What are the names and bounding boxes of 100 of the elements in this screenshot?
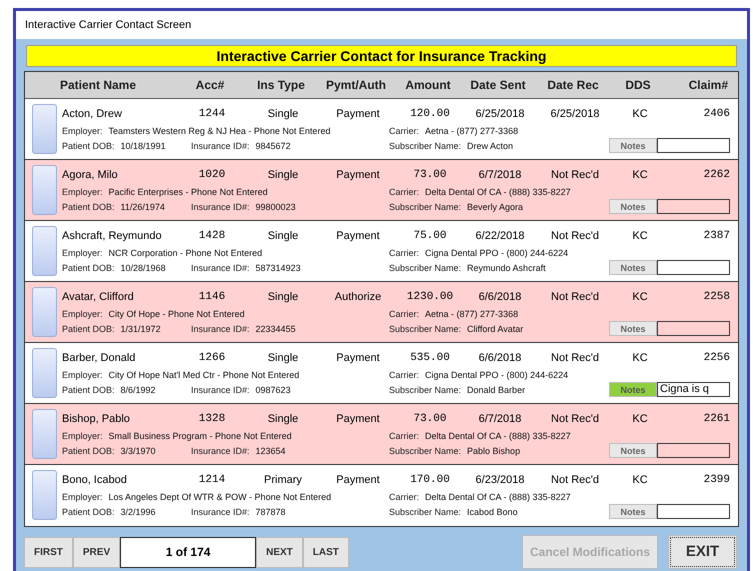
table-cell-text: Agora, Milo	[62, 169, 119, 181]
table-cell-text: Payment	[335, 474, 381, 486]
dob-value: 3/3/1970	[120, 446, 157, 456]
table-cell-text: 120.00	[409, 108, 451, 120]
notes-button[interactable]: Notes	[609, 443, 657, 458]
table-cell-text: KC	[631, 352, 649, 364]
field-label: Employer:	[62, 126, 103, 136]
table-cell-text: Not Rec'd	[550, 352, 600, 364]
table-cell-text: Bishop, Pablo	[62, 413, 131, 425]
notes-button[interactable]: Notes	[609, 504, 657, 519]
field-label: Carrier:	[389, 370, 420, 380]
table-cell-text: Single	[266, 352, 300, 364]
table-cell-text: Bono, Icabod	[62, 474, 128, 486]
column-header: Ins Type	[256, 78, 306, 92]
nav-button[interactable]: NEXT	[256, 536, 303, 568]
row-selector[interactable]	[32, 226, 57, 276]
field-label: Insurance ID#:	[191, 262, 250, 272]
nav-button[interactable]: LAST	[302, 536, 349, 568]
field-label: Carrier:	[389, 308, 420, 318]
table-cell-text: Acton, Drew	[62, 108, 123, 120]
employer-value: City Of Hope - Phone Not Entered	[108, 308, 245, 318]
notes-field[interactable]: Cigna is q	[657, 382, 730, 397]
notes-field[interactable]	[657, 321, 730, 336]
table-cell-text: Single	[266, 291, 300, 303]
nav-button[interactable]: FIRST	[24, 536, 73, 568]
field-label: Employer:	[62, 186, 103, 196]
table-cell-text: 1214	[198, 474, 226, 486]
notes-field[interactable]	[657, 260, 730, 275]
notes-button[interactable]: Notes	[609, 382, 657, 397]
insurance-id-value: 9845672	[256, 140, 291, 150]
employer-value: City Of Hope Nat'l Med Ctr - Phone Not Entered	[108, 370, 300, 380]
table-cell-text: Single	[266, 169, 300, 181]
table-cell-text: 2387	[702, 230, 730, 242]
table-cell-text: 2406	[702, 108, 730, 120]
banner-title: Interactive Carrier Contact for Insurance Tracking	[216, 48, 546, 64]
exit-button[interactable]: EXIT	[668, 535, 737, 569]
notes-field[interactable]	[657, 504, 730, 519]
field-label: Patient DOB:	[62, 506, 115, 516]
field-label: Carrier:	[389, 430, 420, 440]
notes-button[interactable]: Notes	[609, 260, 657, 275]
table-cell-text: Payment	[335, 108, 381, 120]
field-label: Subscriber Name:	[389, 446, 462, 456]
notes-button[interactable]: Notes	[609, 138, 657, 153]
field-label: Patient DOB:	[62, 384, 115, 394]
field-label: Insurance ID#:	[191, 506, 250, 516]
row-selector[interactable]	[32, 165, 57, 215]
insurance-id-value: 123654	[256, 446, 286, 456]
table-cell-text: Not Rec'd	[550, 474, 600, 486]
table-cell-text: Payment	[335, 169, 381, 181]
table-cell-text: Ashcraft, Reymundo	[62, 230, 163, 242]
table-cell-text: Primary	[263, 474, 303, 486]
table-cell-text: Authorize	[334, 291, 382, 303]
field-label: Carrier:	[389, 248, 420, 258]
dob-value: 11/26/1974	[120, 202, 166, 212]
field-label: Patient DOB:	[62, 446, 115, 456]
row-selector[interactable]	[32, 409, 57, 459]
field-label: Employer:	[62, 430, 103, 440]
dob-value: 3/2/1996	[120, 506, 157, 516]
row-selector[interactable]	[32, 348, 57, 398]
field-label: Employer:	[62, 308, 103, 318]
field-label: Subscriber Name:	[389, 140, 462, 150]
notes-button[interactable]: Notes	[609, 199, 657, 214]
subscriber-value: Reymundo Ashcraft	[467, 262, 546, 272]
notes-field[interactable]	[657, 138, 730, 153]
insurance-id-value: 787878	[256, 506, 286, 516]
field-label: Insurance ID#:	[191, 446, 250, 456]
row-selector[interactable]	[32, 470, 57, 520]
table-cell-text: KC	[631, 291, 649, 303]
notes-button[interactable]: Notes	[609, 321, 657, 336]
field-label: Carrier:	[389, 492, 420, 502]
carrier-value: Delta Dental Of CA - (888) 335-8227	[425, 430, 571, 440]
record-position-field[interactable]: 1 of 174	[120, 536, 256, 568]
nav-button[interactable]: PREV	[72, 536, 120, 568]
table-cell-text: 2261	[702, 413, 730, 425]
subscriber-value: Clifford Avatar	[467, 324, 524, 334]
carrier-value: Aetna - (877) 277-3368	[425, 126, 518, 136]
field-label: Subscriber Name:	[389, 262, 462, 272]
table-cell-text: 6/23/2018	[474, 474, 526, 486]
table-cell-text: Not Rec'd	[550, 169, 600, 181]
field-label: Subscriber Name:	[389, 324, 462, 334]
table-cell-text: 6/22/2018	[474, 230, 526, 242]
subscriber-value: Icabod Bono	[467, 506, 518, 516]
table-cell-text: Not Rec'd	[550, 413, 600, 425]
table-cell-text: 1328	[198, 413, 226, 425]
row-selector[interactable]	[32, 287, 57, 337]
table-cell-text: Not Rec'd	[550, 291, 600, 303]
table-cell-text: Single	[266, 108, 300, 120]
table-cell-text: 2262	[702, 169, 730, 181]
table-cell-text: 6/25/2018	[550, 108, 600, 120]
dob-value: 10/28/1968	[120, 262, 167, 272]
table-cell-text: Single	[266, 230, 300, 242]
field-label: Employer:	[62, 370, 103, 380]
notes-field[interactable]	[657, 443, 730, 458]
notes-field[interactable]	[657, 199, 730, 214]
table-cell-text: Payment	[335, 413, 381, 425]
table-cell-text: 1146	[198, 291, 226, 303]
field-label: Patient DOB:	[62, 140, 115, 150]
row-selector[interactable]	[32, 104, 57, 154]
field-label: Insurance ID#:	[191, 140, 250, 150]
table-cell-text: Payment	[335, 352, 381, 364]
